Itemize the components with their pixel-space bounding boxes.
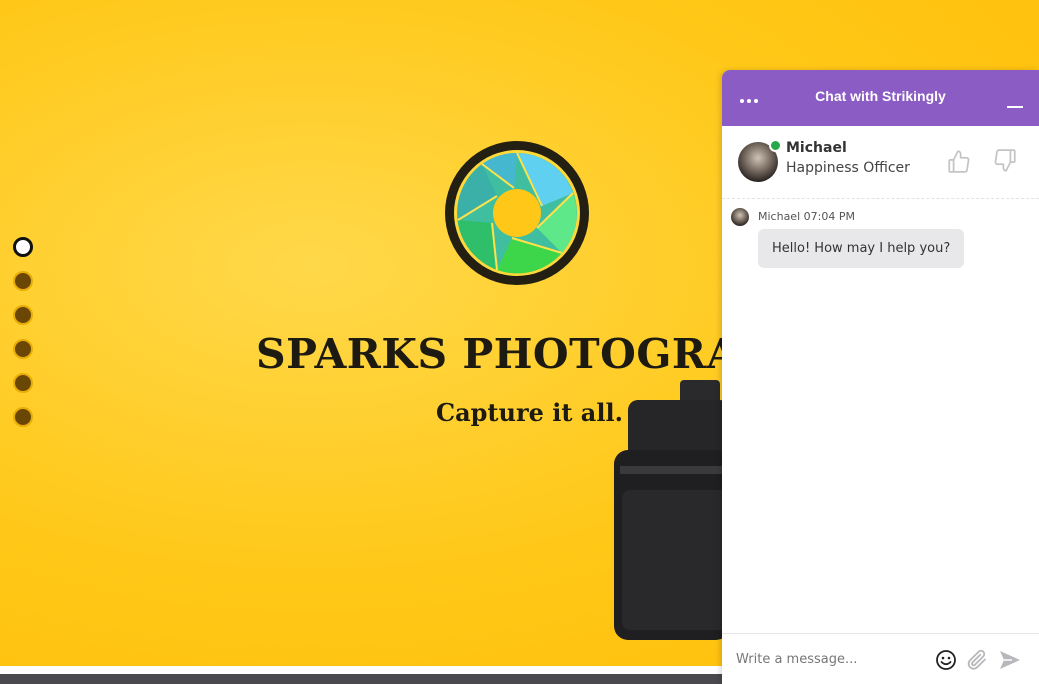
message-bubble: Hello! How may I help you?	[758, 229, 965, 268]
avatar	[731, 208, 749, 226]
emoji-icon[interactable]	[934, 648, 958, 672]
nav-dot-2[interactable]	[13, 271, 33, 291]
chat-title: Chat with Strikingly	[815, 88, 946, 104]
camera-image	[614, 380, 730, 640]
agent-name: Michael	[786, 140, 847, 156]
nav-dot-5[interactable]	[13, 373, 33, 393]
nav-dot-1[interactable]	[13, 237, 33, 257]
agent-role: Happiness Officer	[786, 160, 910, 176]
message-composer	[722, 633, 1039, 684]
nav-dot-6[interactable]	[13, 407, 33, 427]
online-status-icon	[769, 139, 782, 152]
section-nav-dots	[13, 237, 33, 441]
message-time: 07:04 PM	[803, 210, 855, 223]
message-meta: Michael 07:04 PM	[758, 210, 855, 223]
message-list: Michael 07:04 PM Hello! How may I help y…	[722, 199, 1039, 619]
message-input[interactable]	[734, 646, 928, 672]
minimize-icon[interactable]	[1007, 94, 1025, 108]
nav-dot-4[interactable]	[13, 339, 33, 359]
nav-dot-3[interactable]	[13, 305, 33, 325]
send-icon[interactable]	[998, 648, 1022, 672]
site-tagline: Capture it all.	[436, 398, 623, 427]
paperclip-icon[interactable]	[965, 648, 989, 672]
message-sender: Michael	[758, 210, 801, 223]
aperture-logo-icon	[445, 141, 589, 285]
thumbs-up-icon[interactable]	[946, 148, 972, 174]
agent-info: Michael Happiness Officer	[722, 126, 1039, 199]
chat-widget: Chat with Strikingly Michael Happiness O…	[722, 70, 1039, 684]
chat-header: Chat with Strikingly	[722, 70, 1039, 126]
thumbs-down-icon[interactable]	[992, 148, 1018, 174]
